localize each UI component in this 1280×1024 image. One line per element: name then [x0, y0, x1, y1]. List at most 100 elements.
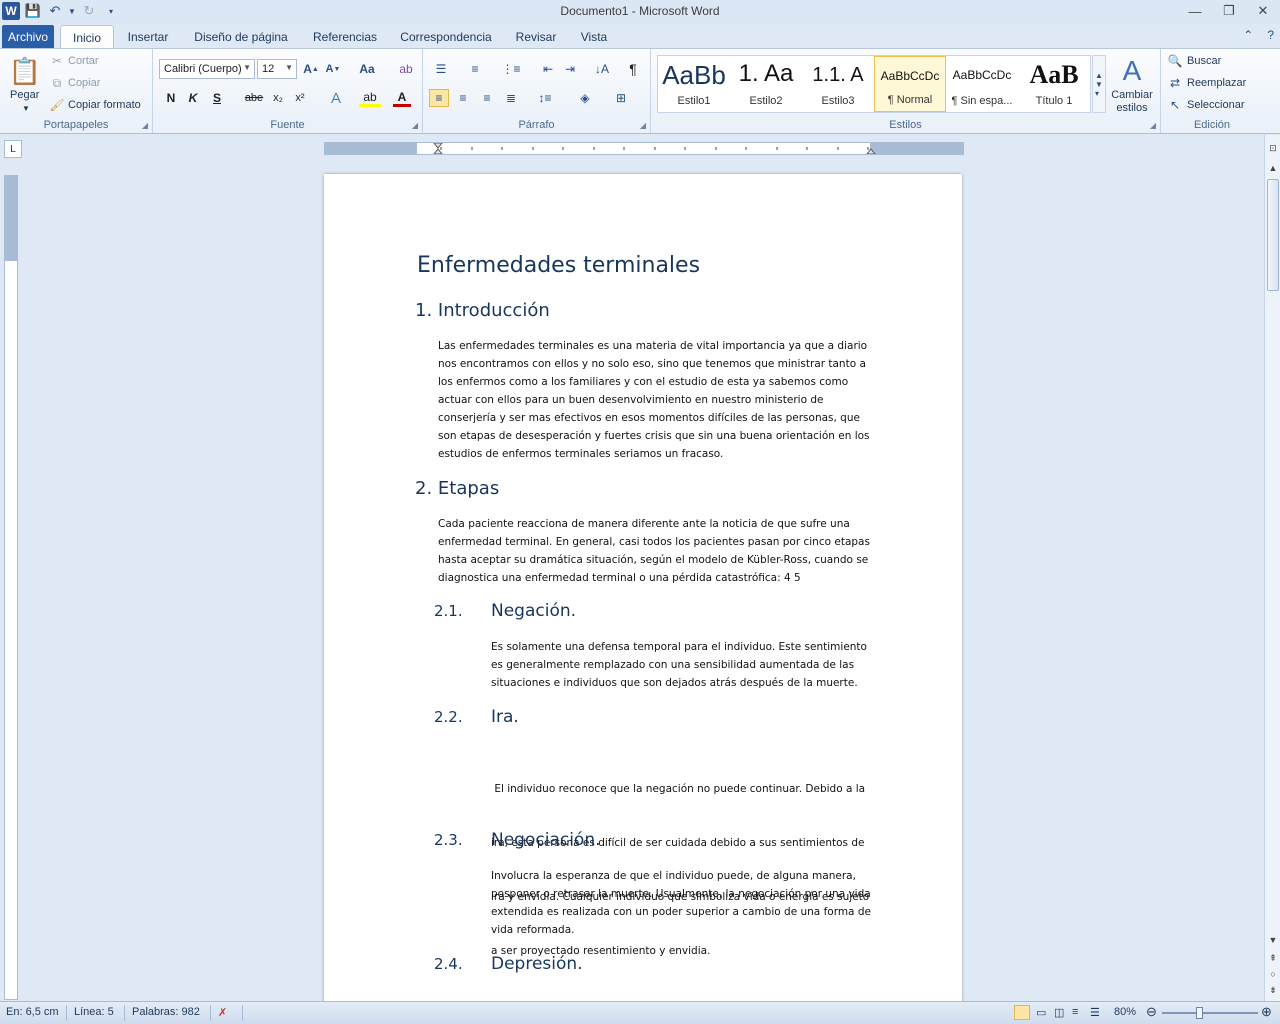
- grow-font-icon[interactable]: A ▲: [303, 61, 319, 77]
- style-sin-espaciado[interactable]: AaBbCcDc ¶ Sin espa...: [946, 56, 1018, 112]
- heading-ira[interactable]: 2.2. Ira.: [434, 707, 519, 727]
- subscript-button[interactable]: x₂: [269, 89, 287, 107]
- tab-insertar[interactable]: Insertar: [120, 25, 176, 48]
- document-page[interactable]: Enfermedades terminales 1. Introducción …: [324, 174, 962, 1001]
- numbering-icon[interactable]: ≡: [465, 61, 485, 77]
- vertical-scrollbar[interactable]: ⊡ ▲ ▼ ⇞ ○ ⇟: [1264, 135, 1280, 1001]
- tab-inicio[interactable]: Inicio: [60, 25, 114, 48]
- prev-page-icon[interactable]: ⇞: [1266, 951, 1280, 965]
- align-right-icon[interactable]: ≡: [477, 89, 497, 107]
- strikethrough-button[interactable]: abe: [243, 89, 265, 107]
- replace-button[interactable]: Reemplazar: [1187, 77, 1246, 89]
- tab-diseno-pagina[interactable]: Diseño de página: [184, 25, 298, 48]
- close-button[interactable]: ✕: [1246, 0, 1280, 22]
- paragraph-negociacion[interactable]: Involucra la esperanza de que el individ…: [491, 867, 871, 939]
- borders-icon[interactable]: ⊞: [609, 89, 633, 107]
- pilcrow-button[interactable]: ¶: [625, 61, 641, 77]
- style-estilo1[interactable]: AaBb Estilo1: [658, 56, 730, 112]
- multilevel-list-icon[interactable]: ⋮≡: [501, 61, 521, 77]
- zoom-level[interactable]: 80%: [1114, 1006, 1136, 1018]
- status-position[interactable]: En: 6,5 cm: [6, 1006, 59, 1018]
- italic-button[interactable]: K: [185, 89, 201, 107]
- scroll-up-icon[interactable]: ▲: [1266, 161, 1280, 175]
- tab-revisar[interactable]: Revisar: [508, 25, 564, 48]
- superscript-button[interactable]: x²: [291, 89, 309, 107]
- find-button[interactable]: Buscar: [1187, 55, 1221, 67]
- line-spacing-icon[interactable]: ↕≡: [533, 89, 557, 107]
- font-name-combo[interactable]: Calibri (Cuerpo) ▼: [159, 59, 255, 79]
- copy-button[interactable]: Copiar: [68, 77, 100, 89]
- launcher-icon[interactable]: ◢: [412, 121, 418, 130]
- zoom-slider[interactable]: [1162, 1012, 1258, 1014]
- outline-icon[interactable]: ≡: [1072, 1006, 1078, 1018]
- underline-button[interactable]: S: [209, 89, 225, 107]
- paste-button[interactable]: Pegar: [10, 89, 39, 101]
- tab-vista[interactable]: Vista: [572, 25, 616, 48]
- browse-object-icon[interactable]: ○: [1266, 967, 1280, 981]
- bold-button[interactable]: N: [163, 89, 179, 107]
- heading-negociacion[interactable]: 2.3. Negociación.: [434, 830, 601, 850]
- document-title[interactable]: Enfermedades terminales: [417, 253, 700, 278]
- shading-icon[interactable]: ◈: [573, 89, 597, 107]
- increase-indent-icon[interactable]: ⇥: [561, 61, 579, 77]
- style-estilo2[interactable]: 1. Aa Estilo2: [730, 56, 802, 112]
- paste-icon[interactable]: 📋: [8, 53, 42, 89]
- tab-referencias[interactable]: Referencias: [306, 25, 384, 48]
- select-button[interactable]: Seleccionar: [1187, 99, 1244, 111]
- ruler-toggle-icon[interactable]: ⊡: [1266, 141, 1280, 155]
- tab-archivo[interactable]: Archivo: [2, 25, 54, 48]
- change-case-button[interactable]: Aa: [355, 61, 379, 77]
- format-painter-button[interactable]: Copiar formato: [68, 99, 141, 111]
- horizontal-ruler[interactable]: [324, 142, 964, 155]
- heading-introduccion[interactable]: 1. Introducción: [415, 300, 550, 321]
- launcher-icon[interactable]: ◢: [142, 121, 148, 130]
- decrease-indent-icon[interactable]: ⇤: [539, 61, 557, 77]
- proofing-icon[interactable]: ✗: [218, 1006, 227, 1019]
- sort-icon[interactable]: ↓A: [593, 61, 611, 77]
- heading-negacion[interactable]: 2.1. Negación.: [434, 601, 576, 621]
- zoom-in-icon[interactable]: ⊕: [1261, 1004, 1272, 1020]
- font-size-combo[interactable]: 12 ▼: [257, 59, 297, 79]
- align-center-icon[interactable]: ≡: [453, 89, 473, 107]
- scroll-thumb[interactable]: [1267, 179, 1279, 291]
- status-words[interactable]: Palabras: 982: [132, 1006, 200, 1018]
- bullets-icon[interactable]: ☰: [431, 61, 451, 77]
- paragraph-negacion[interactable]: Es solamente una defensa temporal para e…: [491, 638, 867, 692]
- vertical-ruler[interactable]: [4, 175, 18, 1000]
- heading-etapas[interactable]: 2. Etapas: [415, 478, 499, 499]
- restore-button[interactable]: ❐: [1212, 0, 1246, 22]
- align-left-icon[interactable]: ≡: [429, 89, 449, 107]
- next-page-icon[interactable]: ⇟: [1266, 983, 1280, 997]
- full-screen-reading-icon[interactable]: ▭: [1036, 1006, 1046, 1019]
- paste-dropdown-icon[interactable]: ▼: [22, 104, 30, 113]
- minimize-button[interactable]: —: [1178, 0, 1212, 22]
- paragraph-etapas[interactable]: Cada paciente reacciona de manera difere…: [438, 515, 870, 587]
- style-titulo1[interactable]: AaB Título 1: [1018, 56, 1090, 112]
- tab-selector[interactable]: L: [4, 140, 22, 158]
- paragraph-introduccion[interactable]: Las enfermedades terminales es una mater…: [438, 337, 870, 463]
- zoom-slider-knob[interactable]: [1196, 1007, 1203, 1019]
- cut-button[interactable]: Cortar: [68, 55, 99, 67]
- launcher-icon[interactable]: ◢: [640, 121, 646, 130]
- minimize-ribbon-icon[interactable]: ⌃: [1243, 28, 1253, 42]
- font-color-icon[interactable]: A: [393, 89, 411, 107]
- text-effects-icon[interactable]: A: [325, 89, 347, 107]
- clear-format-icon[interactable]: ab: [397, 61, 415, 77]
- scroll-down-icon[interactable]: ▼: [1266, 933, 1280, 947]
- gallery-scroll[interactable]: ▲ ▼ ▾: [1092, 55, 1106, 113]
- help-icon[interactable]: ?: [1267, 28, 1274, 42]
- zoom-out-icon[interactable]: ⊖: [1146, 1004, 1157, 1020]
- web-layout-icon[interactable]: ◫: [1054, 1006, 1064, 1019]
- style-normal[interactable]: AaBbCcDc ¶ Normal: [874, 56, 946, 112]
- shrink-font-icon[interactable]: A ▼: [325, 61, 341, 77]
- draft-icon[interactable]: ☰: [1090, 1006, 1100, 1019]
- document-area[interactable]: Enfermedades terminales 1. Introducción …: [22, 160, 1264, 1001]
- heading-depresion[interactable]: 2.4. Depresión.: [434, 954, 583, 974]
- print-layout-icon[interactable]: [1014, 1005, 1030, 1020]
- launcher-icon[interactable]: ◢: [1150, 121, 1156, 130]
- style-estilo3[interactable]: 1.1. A Estilo3: [802, 56, 874, 112]
- highlight-icon[interactable]: ab: [359, 89, 381, 107]
- change-styles-button[interactable]: Cambiar estilos: [1110, 89, 1154, 115]
- justify-icon[interactable]: ≣: [501, 89, 521, 107]
- status-line[interactable]: Línea: 5: [74, 1006, 114, 1018]
